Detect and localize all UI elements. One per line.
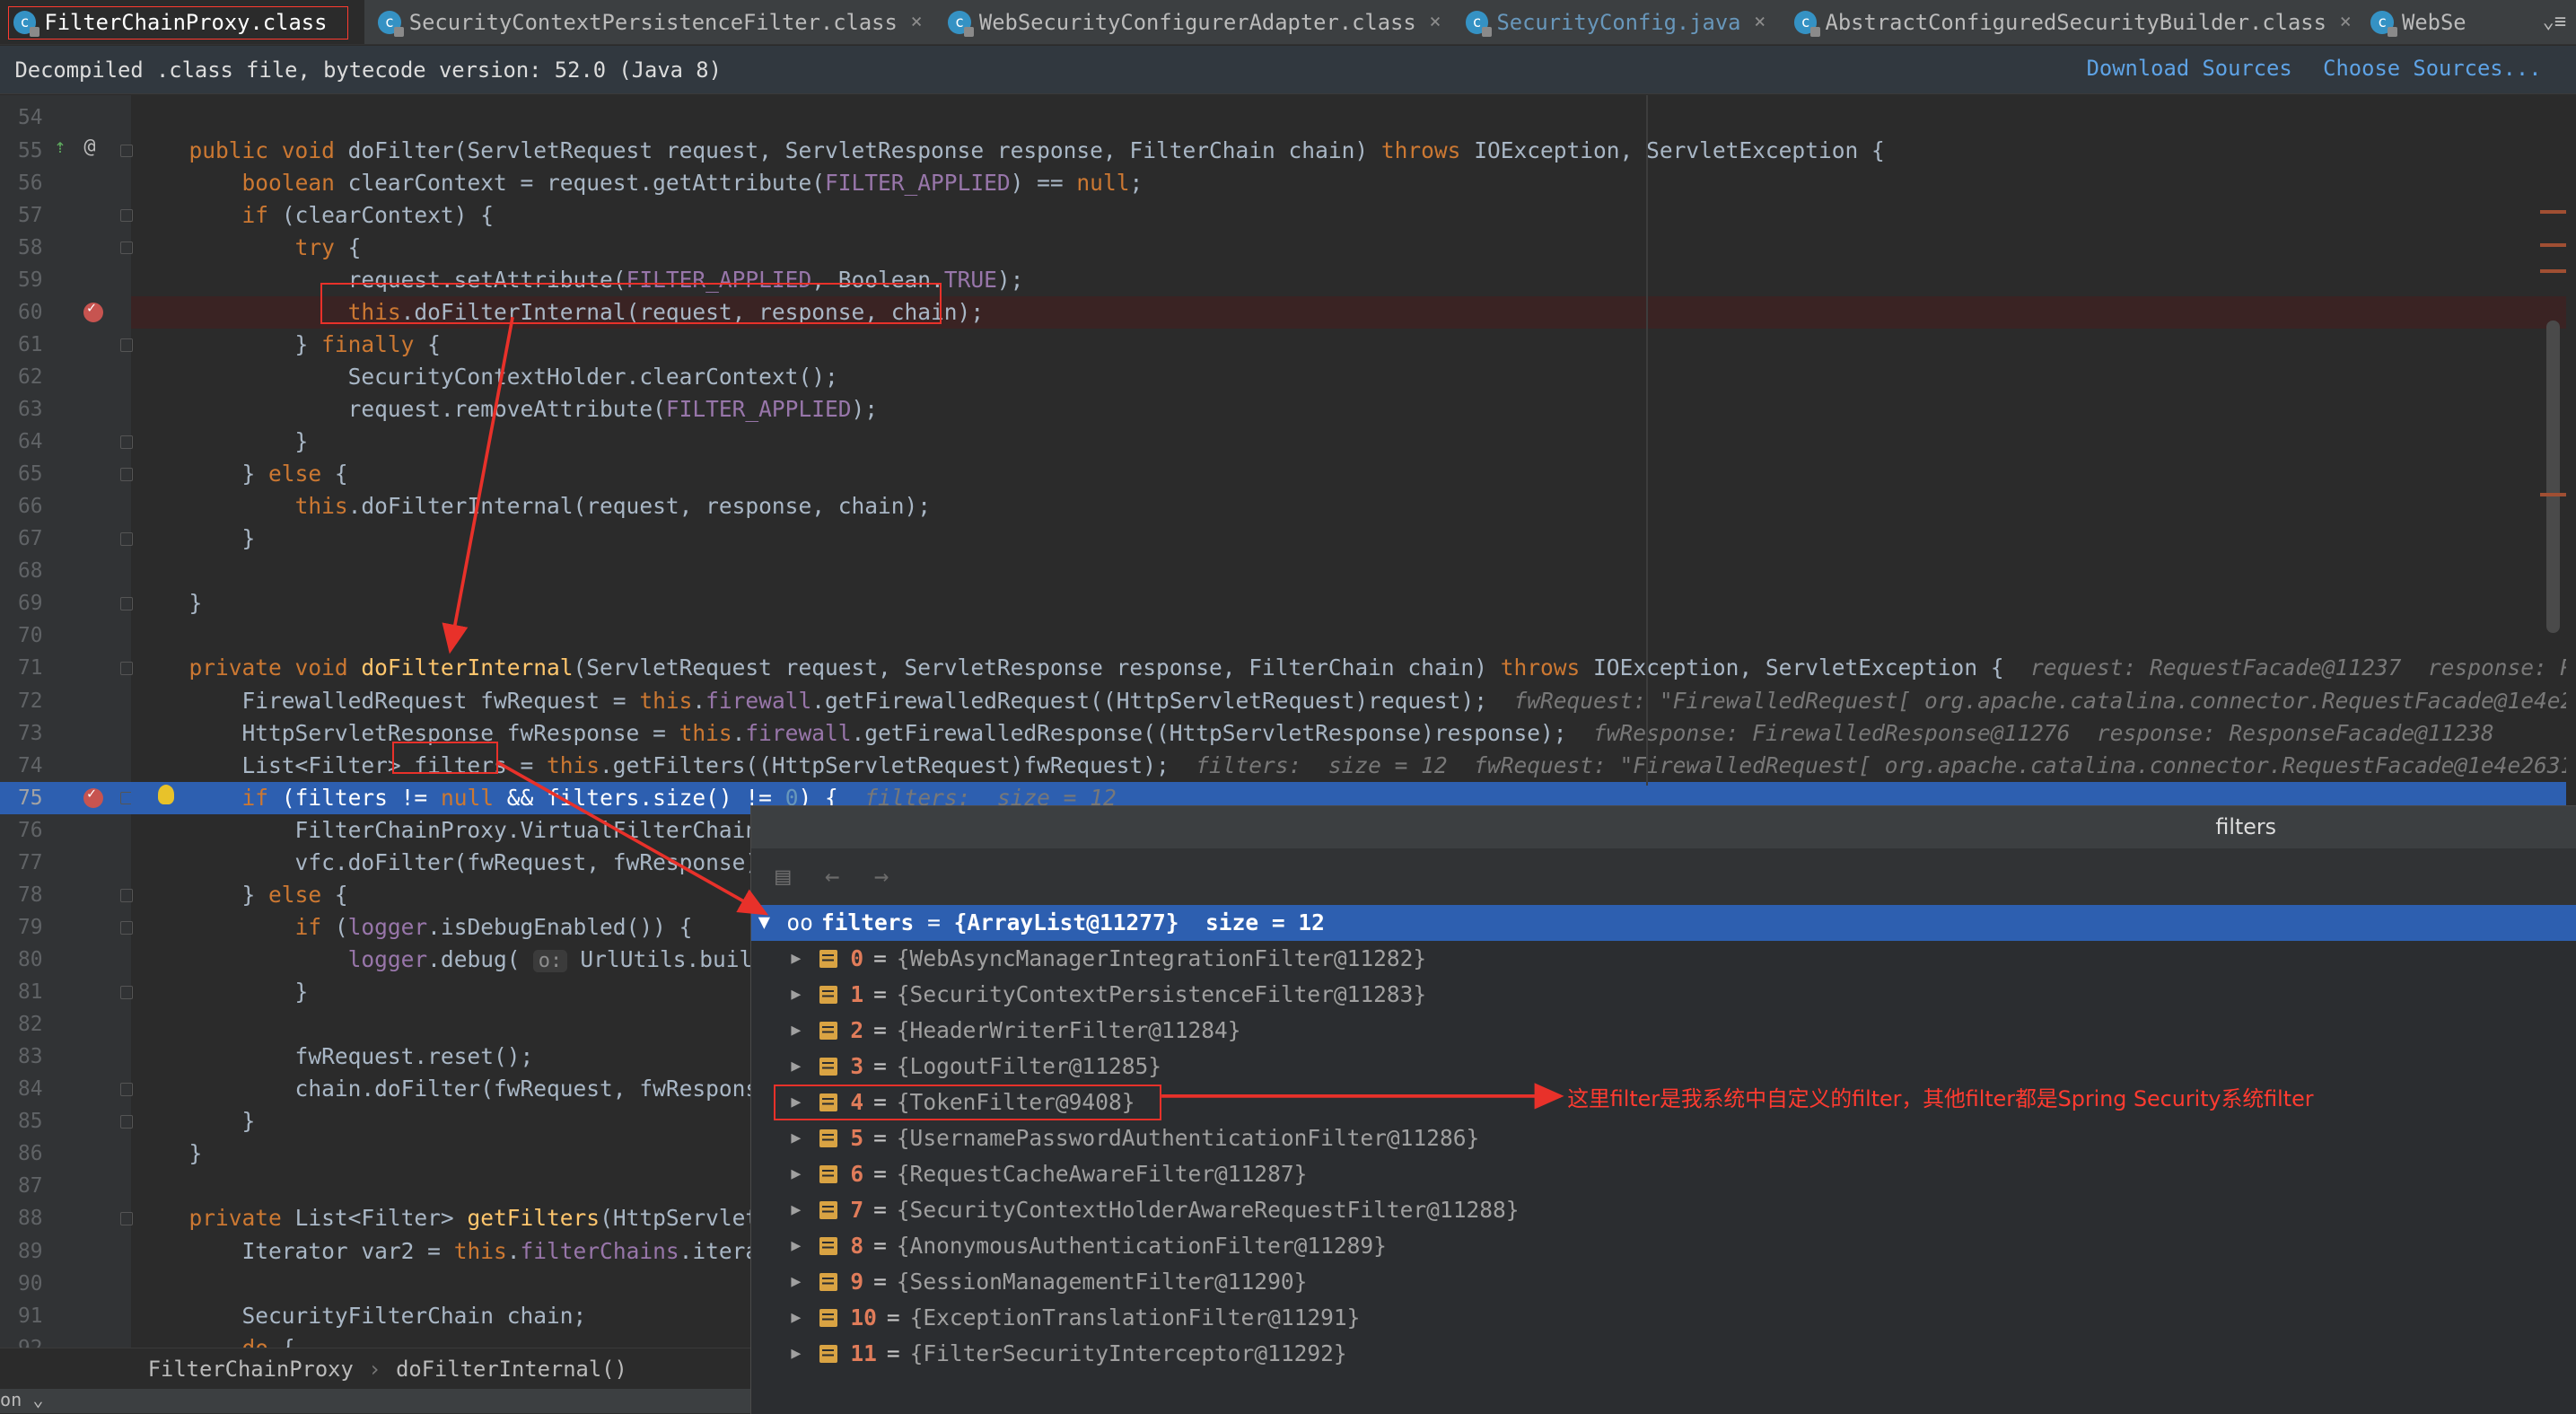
arrow-to-method-def bbox=[442, 316, 514, 654]
intention-bulb-icon[interactable] bbox=[157, 785, 174, 805]
annotation-arrows bbox=[442, 316, 1564, 1110]
arrow-to-popup bbox=[496, 760, 769, 916]
